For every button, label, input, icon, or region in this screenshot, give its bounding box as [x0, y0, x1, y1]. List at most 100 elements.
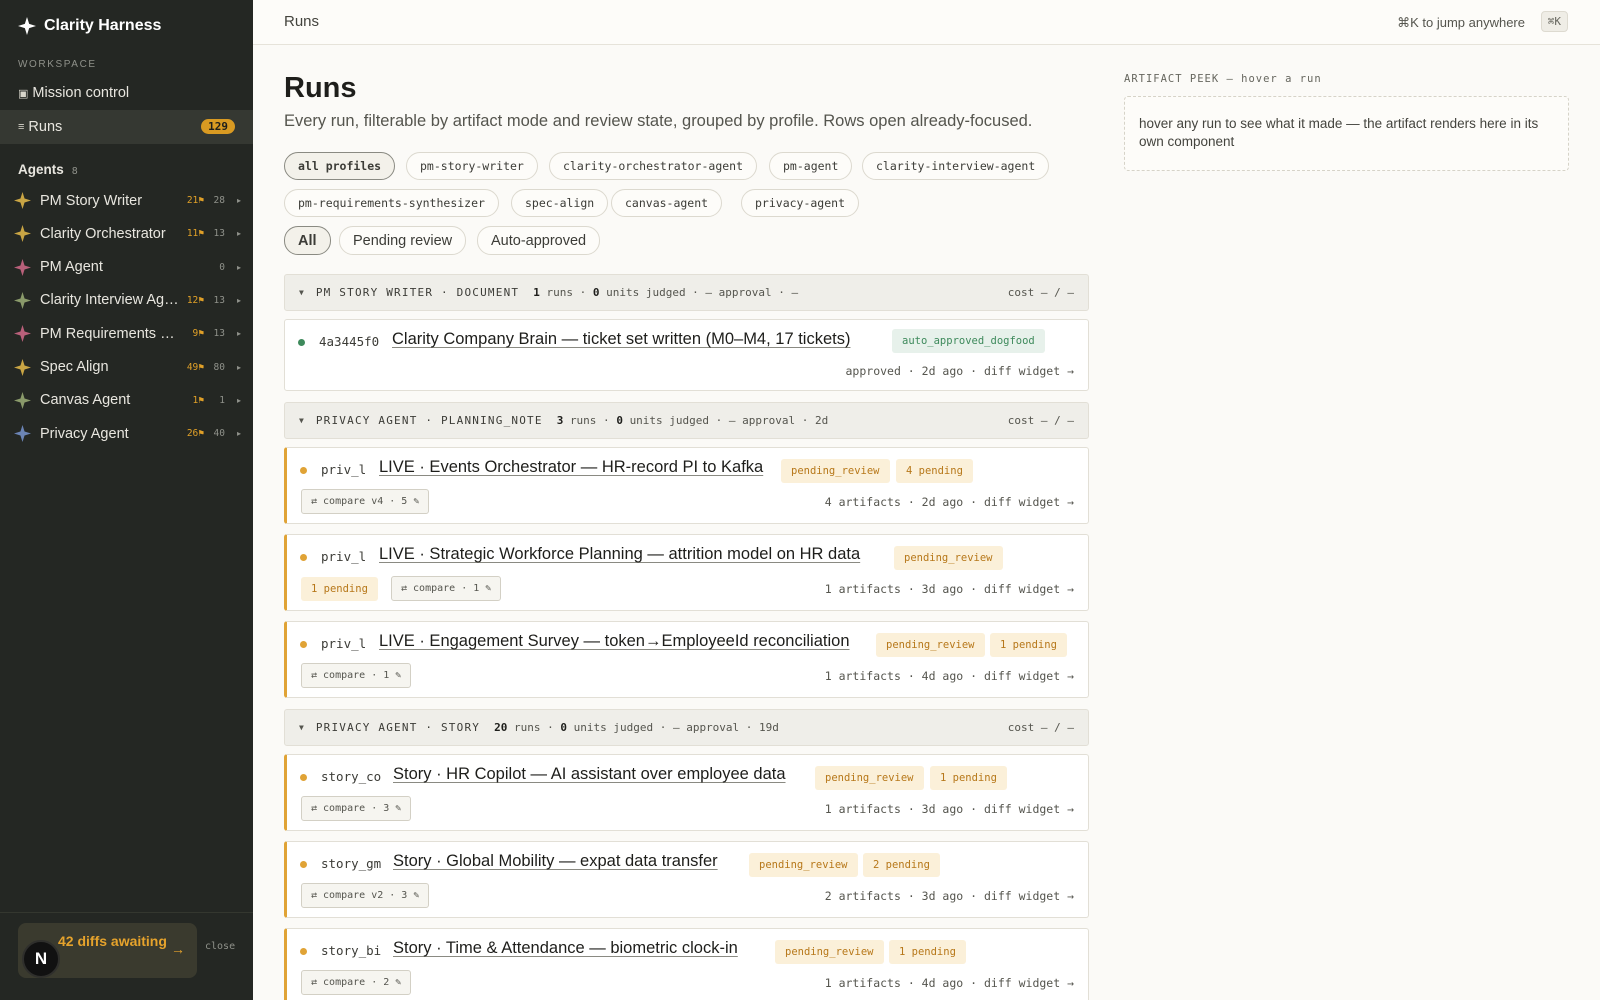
group-units-count: 0	[616, 414, 623, 427]
compare-button[interactable]: ⇄ compare · 3 ✎	[301, 796, 412, 821]
chevron-right-icon[interactable]: ▸	[237, 196, 241, 205]
collapse-triangle-icon[interactable]: ▼	[299, 723, 304, 732]
run-row[interactable]: priv_l LIVE · Engagement Survey — token→…	[284, 621, 1089, 698]
group-stats: 20 runs · 0 units judged · — approval · …	[494, 721, 779, 734]
run-meta: approved · 2d ago · diff widget →	[846, 364, 1075, 378]
mission-control-icon: ▣	[18, 87, 29, 100]
chevron-right-icon[interactable]: ▸	[237, 363, 241, 372]
nav-runs[interactable]: ≡ Runs 129	[0, 110, 253, 144]
run-title-link[interactable]: Story · Time & Attendance — biometric cl…	[393, 939, 738, 958]
artifact-peek-label: ARTIFACT PEEK — hover a run	[1124, 73, 1322, 85]
diff-widget-link[interactable]: diff widget →	[984, 976, 1074, 990]
run-meta-text: approved · 2d ago ·	[845, 364, 984, 378]
run-row[interactable]: story_co Story · HR Copilot — AI assista…	[284, 754, 1089, 831]
diff-widget-link[interactable]: diff widget →	[984, 582, 1074, 596]
compare-button[interactable]: ⇄ compare · 2 ✎	[301, 970, 412, 995]
group-header[interactable]: ▼ PRIVACY AGENT · STORY 20 runs · 0 unit…	[284, 709, 1089, 746]
workspace-label: WORKSPACE	[18, 59, 97, 70]
filter-privacy-agent[interactable]: privacy-agent	[741, 189, 860, 217]
run-row[interactable]: story_gm Story · Global Mobility — expat…	[284, 841, 1089, 918]
run-meta: 1 artifacts · 4d ago · diff widget →	[825, 976, 1074, 990]
run-id: priv_l	[321, 549, 367, 564]
run-title-link[interactable]: Story · HR Copilot — AI assistant over e…	[393, 765, 786, 784]
chevron-right-icon[interactable]: ▸	[237, 229, 241, 238]
state-filter-pending-review[interactable]: Pending review	[339, 226, 467, 255]
diff-widget-link[interactable]: diff widget →	[984, 802, 1074, 816]
group-units-count: 0	[592, 286, 600, 299]
run-id: 4a3445f0	[319, 334, 380, 349]
sidebar-agent-item[interactable]: PM Story Writer 21⚑ 28 ▸	[0, 184, 253, 217]
run-row[interactable]: priv_l LIVE · Events Orchestrator — HR-r…	[284, 447, 1089, 524]
run-row[interactable]: 4a3445f0 Clarity Company Brain — ticket …	[284, 319, 1089, 391]
collapse-triangle-icon[interactable]: ▼	[299, 416, 304, 425]
diff-widget-link[interactable]: diff widget →	[984, 364, 1074, 378]
pending-count-badge: 1 pending	[930, 766, 1007, 790]
run-title-link[interactable]: LIVE · Strategic Workforce Planning — at…	[379, 545, 860, 564]
diff-widget-link[interactable]: diff widget →	[984, 669, 1074, 683]
chevron-right-icon[interactable]: ▸	[237, 396, 241, 405]
sidebar-agent-item[interactable]: Privacy Agent 26⚑ 40 ▸	[0, 417, 253, 450]
run-row[interactable]: story_bi Story · Time & Attendance — bio…	[284, 928, 1089, 1000]
sidebar-agent-item[interactable]: PM Requirements Synthesizer 9⚑ 13 ▸	[0, 317, 253, 350]
agent-run-total: 80	[213, 361, 225, 373]
sidebar-agent-item[interactable]: PM Agent 0 ▸	[0, 251, 253, 284]
arrow-right-icon[interactable]: →	[171, 941, 185, 957]
run-id: priv_l	[321, 636, 367, 651]
collapse-triangle-icon[interactable]: ▼	[299, 288, 304, 297]
run-id: story_bi	[321, 943, 382, 958]
sidebar-agent-item[interactable]: Clarity Orchestrator 11⚑ 13 ▸	[0, 217, 253, 250]
sidebar-agent-item[interactable]: Spec Align 49⚑ 80 ▸	[0, 351, 253, 384]
agents-heading: Agents 8	[18, 162, 78, 177]
filter-spec-align[interactable]: spec-align	[511, 189, 609, 217]
filter-all-profiles[interactable]: all profiles	[284, 152, 396, 180]
state-filter-all[interactable]: All	[284, 226, 331, 255]
run-title-link[interactable]: Clarity Company Brain — ticket set writt…	[392, 330, 850, 349]
group-header[interactable]: ▼ PM STORY WRITER · DOCUMENT 1 runs · 0 …	[284, 274, 1089, 311]
run-title-link[interactable]: Story · Global Mobility — expat data tra…	[393, 852, 718, 871]
pending-status-dot	[300, 948, 307, 955]
sidebar-agent-item[interactable]: Clarity Interview Agent 12⚑ 13 ▸	[0, 284, 253, 317]
chevron-right-icon[interactable]: ▸	[237, 429, 241, 438]
diff-widget-link[interactable]: diff widget →	[984, 495, 1074, 509]
run-meta-text: 2 artifacts · 3d ago ·	[824, 889, 984, 903]
command-palette-hint[interactable]: ⌘K to jump anywhere	[1397, 15, 1525, 31]
artifact-peek-panel: hover any run to see what it made — the …	[1124, 96, 1569, 171]
filter-pm-story-writer[interactable]: pm-story-writer	[406, 152, 538, 180]
run-title-link[interactable]: LIVE · Events Orchestrator — HR-record P…	[379, 458, 763, 477]
filter-pm-agent[interactable]: pm-agent	[769, 152, 853, 180]
close-button[interactable]: close	[205, 941, 235, 952]
brand[interactable]: Clarity Harness	[18, 17, 161, 35]
chevron-right-icon[interactable]: ▸	[237, 329, 241, 338]
filter-clarity-orchestrator-agent[interactable]: clarity-orchestrator-agent	[549, 152, 758, 180]
run-meta-text: 1 artifacts · 4d ago ·	[824, 669, 984, 683]
compare-button[interactable]: ⇄ compare v4 · 5 ✎	[301, 489, 430, 514]
sidebar-divider	[0, 912, 253, 913]
run-row[interactable]: priv_l LIVE · Strategic Workforce Planni…	[284, 534, 1089, 611]
filter-pm-requirements-synthesizer[interactable]: pm-requirements-synthesizer	[284, 189, 499, 217]
command-shortcut-key[interactable]: ⌘K	[1540, 11, 1568, 32]
chevron-right-icon[interactable]: ▸	[237, 263, 241, 272]
agents-label: Agents	[18, 162, 64, 177]
compare-button[interactable]: ⇄ compare · 1 ✎	[301, 663, 412, 688]
sidebar-agent-item[interactable]: Canvas Agent 1⚑ 1 ▸	[0, 384, 253, 417]
filter-canvas-agent[interactable]: canvas-agent	[611, 189, 723, 217]
agent-sparkle-icon	[14, 358, 31, 376]
chevron-right-icon[interactable]: ▸	[237, 296, 241, 305]
pending-status-dot	[300, 774, 307, 781]
page-subtitle: Every run, filterable by artifact mode a…	[284, 112, 1033, 130]
state-filter-auto-approved[interactable]: Auto-approved	[477, 226, 601, 255]
agent-run-total: 0	[219, 261, 225, 273]
group-header[interactable]: ▼ PRIVACY AGENT · PLANNING_NOTE 3 runs ·…	[284, 402, 1089, 439]
avatar[interactable]: N	[22, 940, 60, 978]
compare-button[interactable]: ⇄ compare · 1 ✎	[391, 576, 502, 601]
runs-count-badge: 129	[201, 119, 235, 134]
list-icon: ≡	[18, 121, 25, 133]
status-badge: pending_review	[749, 853, 858, 877]
nav-mission-control[interactable]: ▣ Mission control	[0, 76, 253, 110]
filter-clarity-interview-agent[interactable]: clarity-interview-agent	[862, 152, 1050, 180]
diff-widget-link[interactable]: diff widget →	[984, 889, 1074, 903]
run-title-link[interactable]: LIVE · Engagement Survey — token→Employe…	[379, 632, 850, 651]
pending-status-dot	[300, 861, 307, 868]
approved-status-dot	[298, 339, 305, 346]
compare-button[interactable]: ⇄ compare v2 · 3 ✎	[301, 883, 430, 908]
